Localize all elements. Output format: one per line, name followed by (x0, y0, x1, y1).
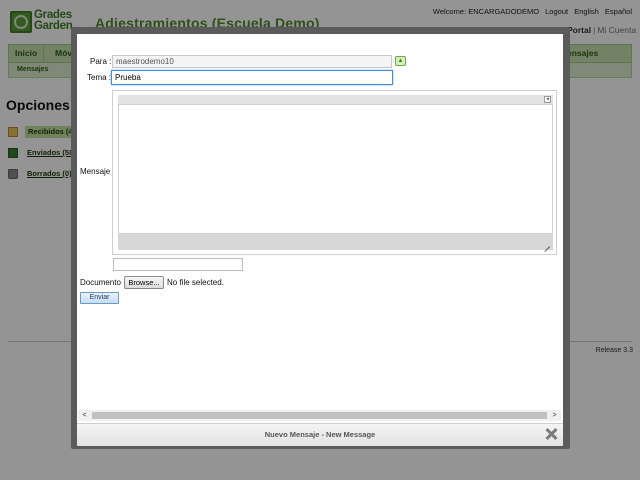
subject-input[interactable]: Prueba (111, 70, 393, 85)
message-editor: ◂ (112, 90, 557, 255)
message-body-input[interactable] (118, 104, 553, 234)
close-icon[interactable] (544, 427, 558, 441)
editor-statusbar (118, 234, 553, 250)
browse-button[interactable]: Browse... (124, 276, 164, 289)
send-button[interactable]: Enviar (80, 292, 119, 304)
file-status-text: No file selected. (167, 278, 224, 287)
new-message-dialog: Para : maestrodemo10 ▲ Tema : Prueba Men… (77, 34, 563, 446)
scroll-left-icon[interactable]: < (80, 411, 89, 420)
para-label: Para : (90, 57, 112, 66)
dialog-titlebar: Nuevo Mensaje - New Message (77, 423, 563, 446)
editor-toolbar: ◂ (118, 95, 553, 104)
documento-label: Documento (80, 278, 121, 287)
dialog-content: Para : maestrodemo10 ▲ Tema : Prueba Men… (77, 34, 563, 410)
document-path-field[interactable] (113, 258, 243, 271)
chevron-up-icon[interactable]: ▲ (395, 56, 406, 66)
mensaje-label: Mensaje (80, 167, 111, 176)
horizontal-scrollbar[interactable]: < > (78, 410, 561, 421)
scroll-right-icon[interactable]: > (550, 411, 559, 420)
dialog-title: Nuevo Mensaje - New Message (264, 430, 376, 439)
recipient-field[interactable]: maestrodemo10 (112, 55, 392, 68)
resize-grip-icon[interactable] (542, 239, 550, 247)
tema-label: Tema : (87, 73, 112, 82)
scrollbar-thumb[interactable] (92, 412, 547, 419)
collapse-toolbar-icon[interactable]: ◂ (544, 96, 551, 103)
